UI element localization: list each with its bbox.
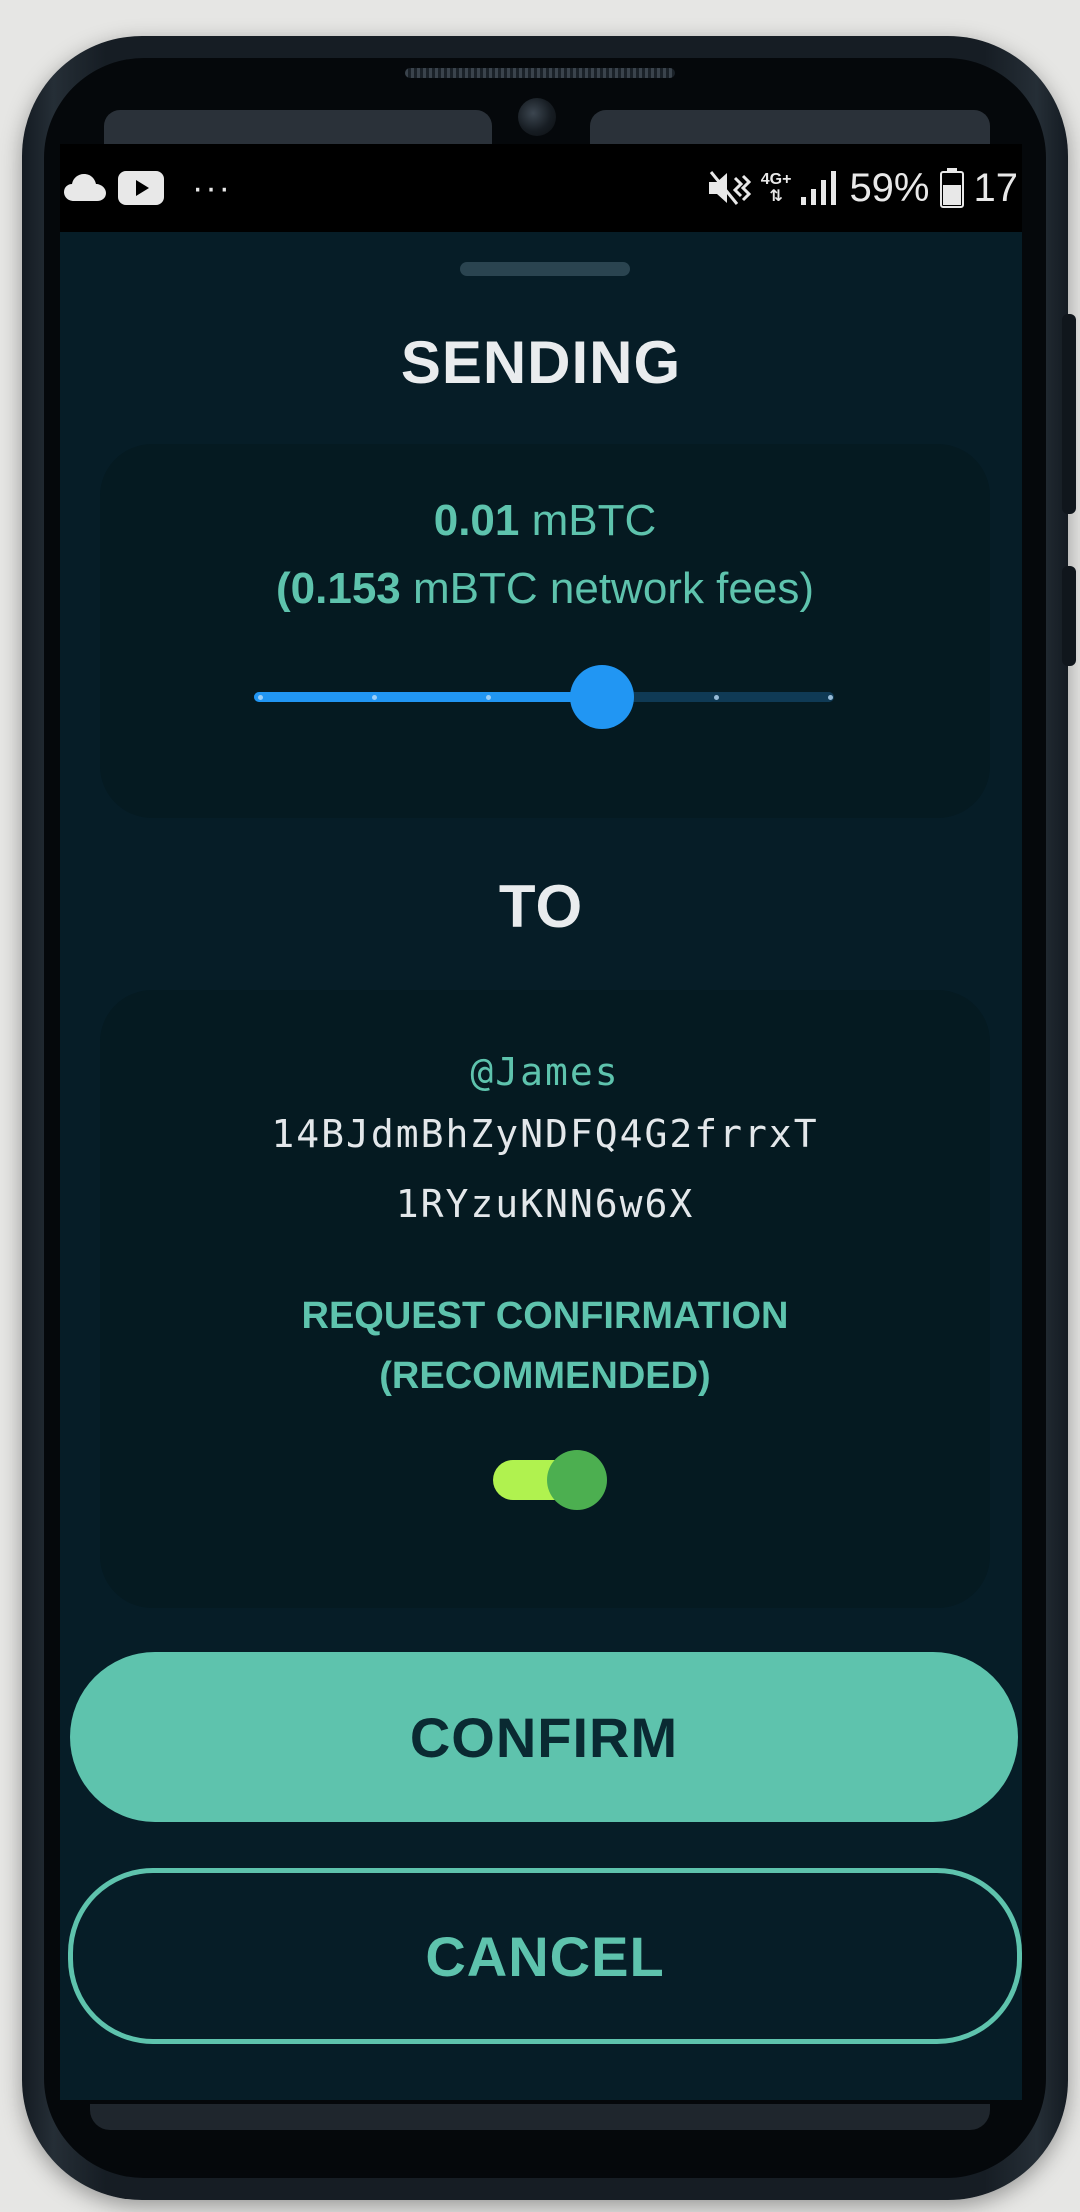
status-bar-right: 4G+ ⇅ 59% 17 xyxy=(707,144,1018,232)
sheet-drag-handle[interactable] xyxy=(460,262,630,276)
front-camera xyxy=(518,98,556,136)
recipient-address-line-2: 1RYzuKNN6w6X xyxy=(395,1182,695,1226)
request-confirmation-label-line-1: REQUEST CONFIRMATION xyxy=(301,1295,789,1337)
cancel-button[interactable]: CANCEL xyxy=(68,1868,1022,2044)
earpiece-speaker xyxy=(405,68,675,78)
recipient-handle: @James xyxy=(470,1050,620,1094)
fee-slider-fill xyxy=(254,692,602,702)
fee-value: 0.153 xyxy=(290,564,401,613)
recipient-address-line-1: 14BJdmBhZyNDFQ4G2frrxT xyxy=(271,1112,819,1156)
sending-title: SENDING xyxy=(400,329,682,396)
cloud-icon xyxy=(64,174,106,201)
fee-slider-tick xyxy=(258,695,263,700)
fee-slider-tick xyxy=(828,695,833,700)
amount-card: 0.01 mBTC (0.153 mBTC network fees) xyxy=(100,444,990,818)
recipient-card: @James 14BJdmBhZyNDFQ4G2frrxT 1RYzuKNN6w… xyxy=(100,990,990,1608)
status-bar-left: ··· xyxy=(64,144,232,232)
amount-line: 0.01 mBTC xyxy=(100,496,990,546)
fee-slider-tick xyxy=(372,695,377,700)
power-button xyxy=(1062,314,1076,514)
fee-slider[interactable] xyxy=(254,665,834,729)
amount-value: 0.01 xyxy=(433,496,520,545)
confirm-button[interactable]: CONFIRM xyxy=(70,1652,1018,1822)
signal-icon xyxy=(801,171,837,205)
request-confirmation-label-line-2: (RECOMMENDED) xyxy=(379,1355,711,1397)
to-title: TO xyxy=(498,873,584,940)
send-sheet: SENDING 0.01 mBTC (0.153 mBTC network fe… xyxy=(60,232,1022,2100)
bezel-bottom xyxy=(90,2104,990,2130)
toggle-thumb xyxy=(547,1450,607,1510)
request-confirmation-label: REQUEST CONFIRMATION (RECOMMENDED) xyxy=(100,1286,990,1406)
fee-line: (0.153 mBTC network fees) xyxy=(100,564,990,614)
bezel-shelf-right xyxy=(590,110,990,144)
fee-text: mBTC network fees) xyxy=(413,564,814,613)
fee-slider-thumb[interactable] xyxy=(570,665,634,729)
fee-slider-tick xyxy=(486,695,491,700)
status-bar: ··· 4G+ ⇅ 59% 17 xyxy=(60,144,1022,232)
fee-slider-tick xyxy=(714,695,719,700)
youtube-icon xyxy=(118,171,164,205)
battery-percent: 59% xyxy=(849,165,930,210)
battery-icon xyxy=(939,168,964,208)
request-confirmation-toggle[interactable] xyxy=(493,1450,609,1510)
amount-unit: mBTC xyxy=(531,496,657,545)
fee-open-paren: ( xyxy=(276,564,291,613)
volume-button xyxy=(1062,566,1076,666)
more-notifications-icon: ··· xyxy=(192,168,232,207)
mute-vibrate-icon xyxy=(708,171,751,205)
network-type-label: 4G+ xyxy=(760,171,792,188)
network-type-indicator: 4G+ ⇅ xyxy=(761,171,792,205)
data-activity-icon: ⇅ xyxy=(769,188,783,205)
bezel-shelf-left xyxy=(104,110,492,144)
clock: 17 xyxy=(973,165,1019,210)
